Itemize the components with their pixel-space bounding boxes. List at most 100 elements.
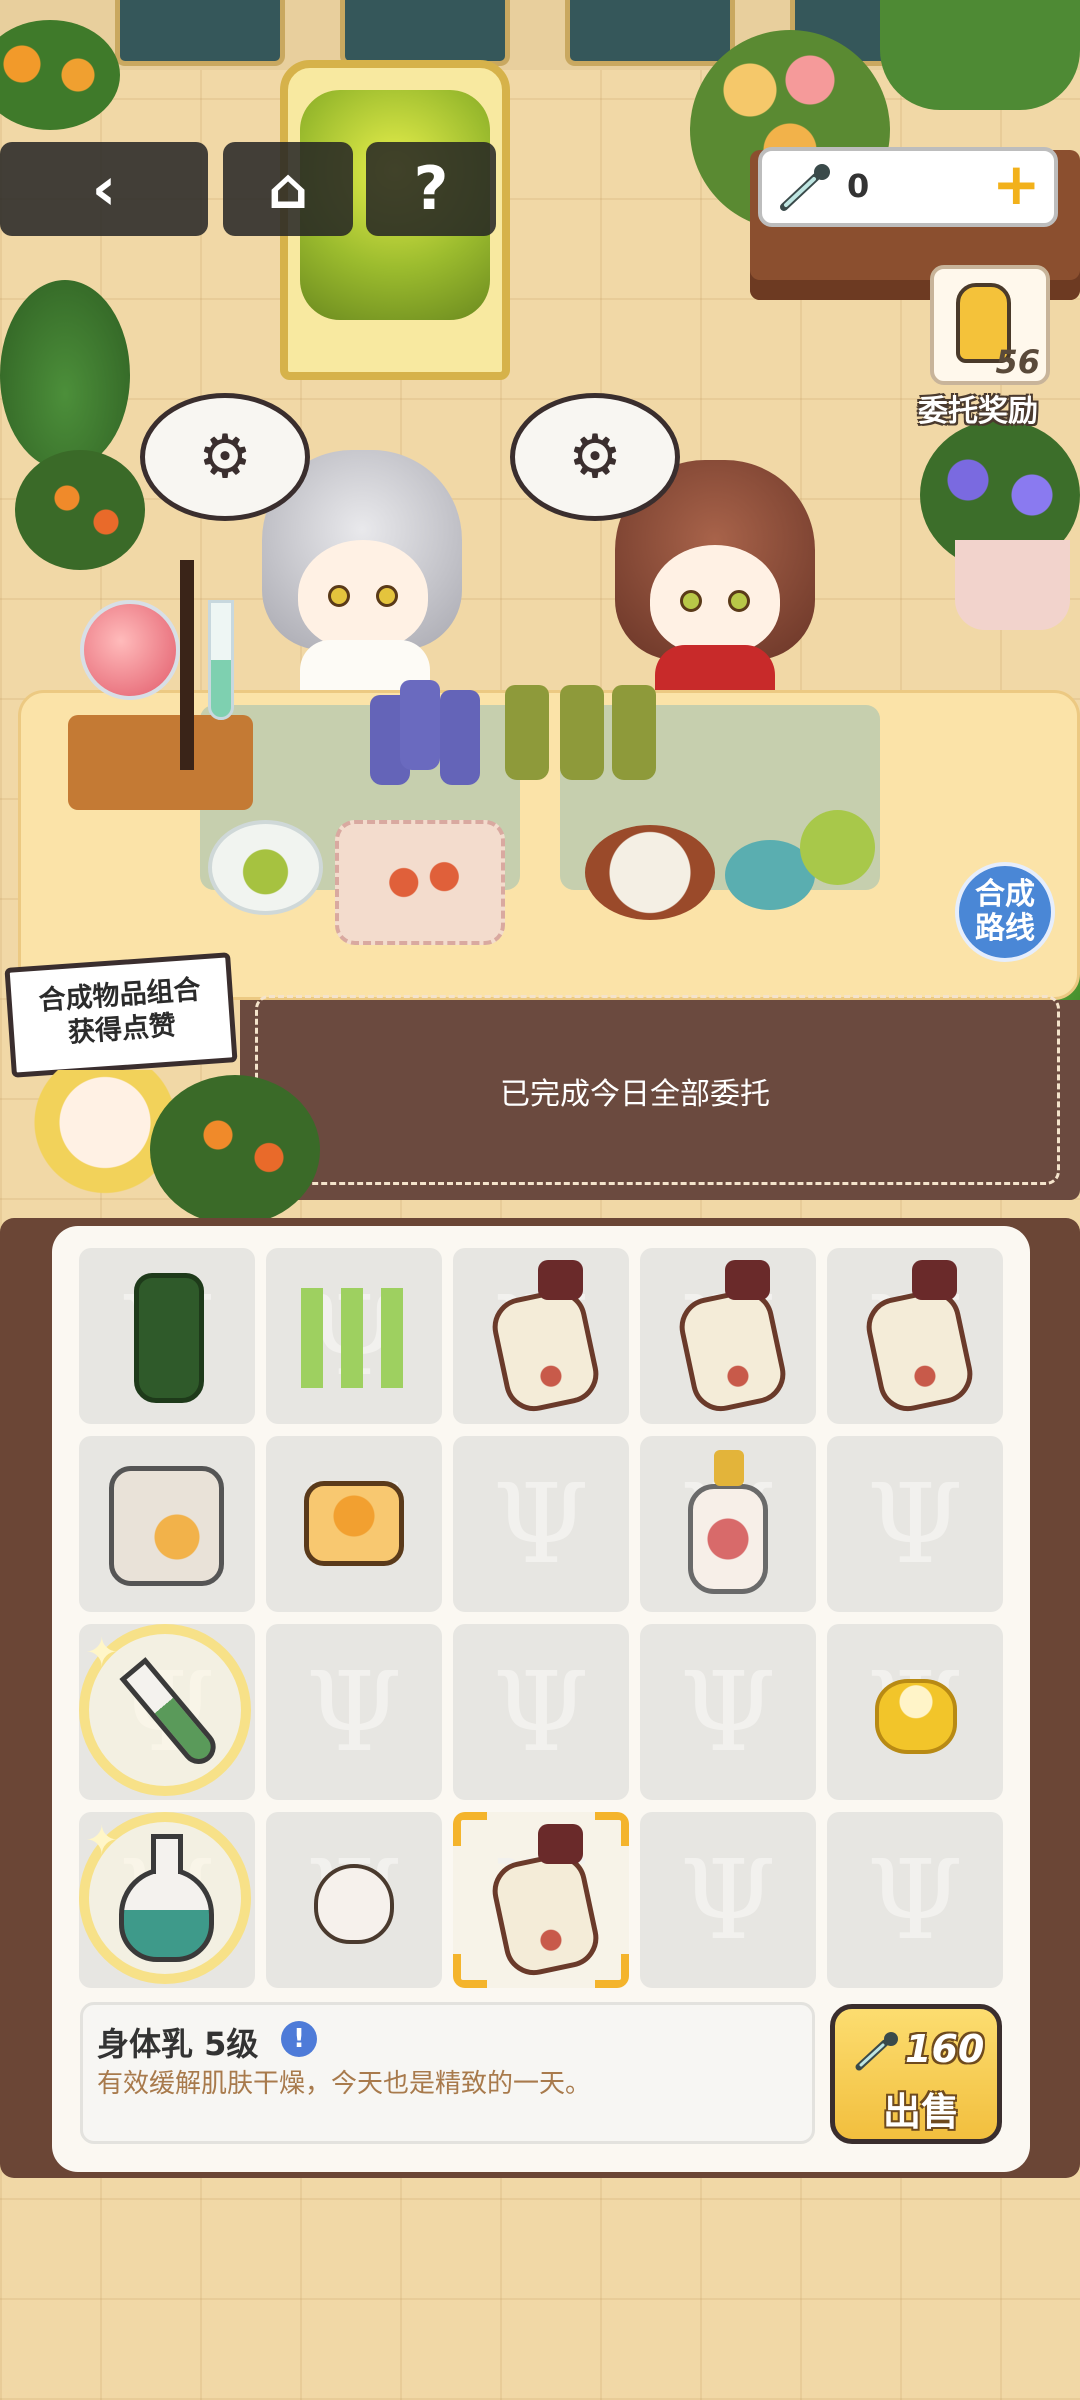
sell-label: 出售 — [883, 2090, 960, 2134]
reward-label: 委托奖励 — [918, 394, 1038, 429]
route-label-line-2: 路线 — [975, 911, 1035, 946]
route-label-line-1: 合成 — [975, 877, 1035, 912]
inventory-slot[interactable]: Ψ — [827, 1624, 1003, 1800]
add-currency-button[interactable]: + — [992, 155, 1041, 213]
ice-jar-icon — [109, 1466, 224, 1586]
purple-bottle — [400, 680, 440, 770]
olive-bowl — [208, 820, 323, 915]
inventory-slot[interactable]: Ψ — [640, 1436, 816, 1612]
inventory-slot[interactable]: Ψ — [79, 1248, 255, 1424]
potted-plant — [0, 280, 130, 470]
olive-bottle — [612, 685, 656, 780]
item-description: 有效缓解肌肤干燥，今天也是精致的一天。 — [97, 2069, 592, 2099]
selection-corner — [453, 1812, 487, 1846]
orange-flower-bush — [150, 1075, 320, 1225]
gear-icon: ⚙ — [568, 422, 622, 492]
gear-icon: ⚙ — [198, 422, 252, 492]
synthesis-route-button[interactable]: 合成 路线 — [955, 862, 1055, 962]
character-coat — [655, 645, 775, 690]
request-bubble[interactable]: ⚙ — [510, 393, 680, 521]
selection-corner — [595, 1954, 629, 1988]
home-icon: ⌂ — [267, 156, 309, 222]
inventory-slot-empty[interactable]: Ψ — [827, 1812, 1003, 1988]
reward-count: 56 — [995, 343, 1040, 381]
green-ampoules-icon — [301, 1288, 411, 1388]
lab-stand-rod — [180, 560, 194, 770]
red-flask — [80, 600, 180, 700]
inventory-slot[interactable]: Ψ — [79, 1436, 255, 1612]
orange-soap-icon — [304, 1481, 404, 1566]
pipette-icon — [855, 2032, 898, 2071]
test-tube — [208, 600, 234, 720]
inventory-slot[interactable]: Ψ — [266, 1436, 442, 1612]
commission-reward-button[interactable]: 56 — [930, 265, 1050, 385]
lab-stand-base — [68, 715, 253, 810]
chevron-left-icon: ‹ — [91, 154, 117, 224]
help-button[interactable]: ? — [366, 142, 496, 236]
garlic-bulb-icon — [314, 1864, 394, 1944]
petal-doily — [335, 820, 505, 945]
perfume-cap — [714, 1450, 744, 1486]
slot-placeholder-icon: Ψ — [866, 1836, 964, 1964]
pump-cap — [538, 1260, 583, 1300]
slot-placeholder-icon: Ψ — [492, 1460, 590, 1588]
inventory-slot[interactable]: Ψ✦ — [79, 1624, 255, 1800]
tree-foliage — [880, 0, 1080, 110]
sparkle-icon: ✦ — [85, 1818, 119, 1864]
olive-bottle — [505, 685, 549, 780]
selection-corner — [453, 1954, 487, 1988]
inventory-slot-empty[interactable]: Ψ — [266, 1624, 442, 1800]
request-bubble[interactable]: ⚙ — [140, 393, 310, 521]
sparkle-icon: ✦ — [85, 1630, 119, 1676]
inventory-slot[interactable]: Ψ — [827, 1248, 1003, 1424]
flask-neck — [151, 1834, 183, 1874]
inventory-slot-empty[interactable]: Ψ — [453, 1624, 629, 1800]
inventory-slot-empty[interactable]: Ψ — [827, 1436, 1003, 1612]
character-face — [650, 545, 780, 655]
pump-cap — [912, 1260, 957, 1300]
inventory-slot-empty[interactable]: Ψ — [640, 1624, 816, 1800]
gold-pot-icon — [875, 1679, 957, 1754]
pipette-icon — [780, 164, 830, 211]
slot-placeholder-icon: Ψ — [679, 1836, 777, 1964]
slot-placeholder-icon: Ψ — [866, 1460, 964, 1588]
back-button[interactable]: ‹ — [0, 142, 208, 236]
help-icon: ? — [413, 154, 449, 224]
item-name: 身体乳 5级 — [97, 2025, 259, 2063]
sell-button[interactable]: 160 出售 — [830, 2004, 1002, 2144]
inventory-slot[interactable]: Ψ — [453, 1812, 629, 1988]
home-button[interactable]: ⌂ — [223, 142, 353, 236]
inventory-slot-empty[interactable]: Ψ — [640, 1812, 816, 1988]
inventory-slot[interactable]: Ψ — [640, 1248, 816, 1424]
sell-price: 160 — [905, 2027, 985, 2071]
pump-cap — [725, 1260, 770, 1300]
info-icon[interactable]: ! — [281, 2021, 317, 2057]
perfume-bottle-icon — [688, 1484, 768, 1594]
inventory-slot[interactable]: Ψ✦ — [79, 1812, 255, 1988]
currency-value: 0 — [847, 167, 870, 205]
flask-icon — [119, 1867, 214, 1962]
pump-cap — [538, 1824, 583, 1864]
slot-placeholder-icon: Ψ — [305, 1648, 403, 1776]
inventory-slot-empty[interactable]: Ψ — [453, 1436, 629, 1612]
pipette-currency: 0 + — [758, 147, 1058, 227]
slot-placeholder-icon: Ψ — [679, 1648, 777, 1776]
olive-bottle — [560, 685, 604, 780]
wall-cabinet — [115, 0, 285, 66]
green-jar — [800, 810, 875, 885]
inventory-slot[interactable]: Ψ — [266, 1248, 442, 1424]
purple-bottle — [440, 690, 480, 785]
hint-sign: 合成物品组合 获得点赞 — [4, 952, 238, 1078]
inventory-slot[interactable]: Ψ — [266, 1812, 442, 1988]
wall-cabinet — [565, 0, 735, 66]
orange-flower-bush — [15, 450, 145, 570]
inventory-slot[interactable]: Ψ — [453, 1248, 629, 1424]
commissions-complete-text: 已完成今日全部委托 — [500, 1077, 770, 1112]
dark-green-bottle-icon — [134, 1273, 204, 1403]
flower-pot — [955, 540, 1070, 630]
cream-dish — [585, 825, 715, 920]
wall-cabinet — [340, 0, 510, 66]
character-face — [298, 540, 428, 650]
item-info-box: 身体乳 5级 ! 有效缓解肌肤干燥，今天也是精致的一天。 — [80, 2002, 815, 2144]
selection-corner — [595, 1812, 629, 1846]
